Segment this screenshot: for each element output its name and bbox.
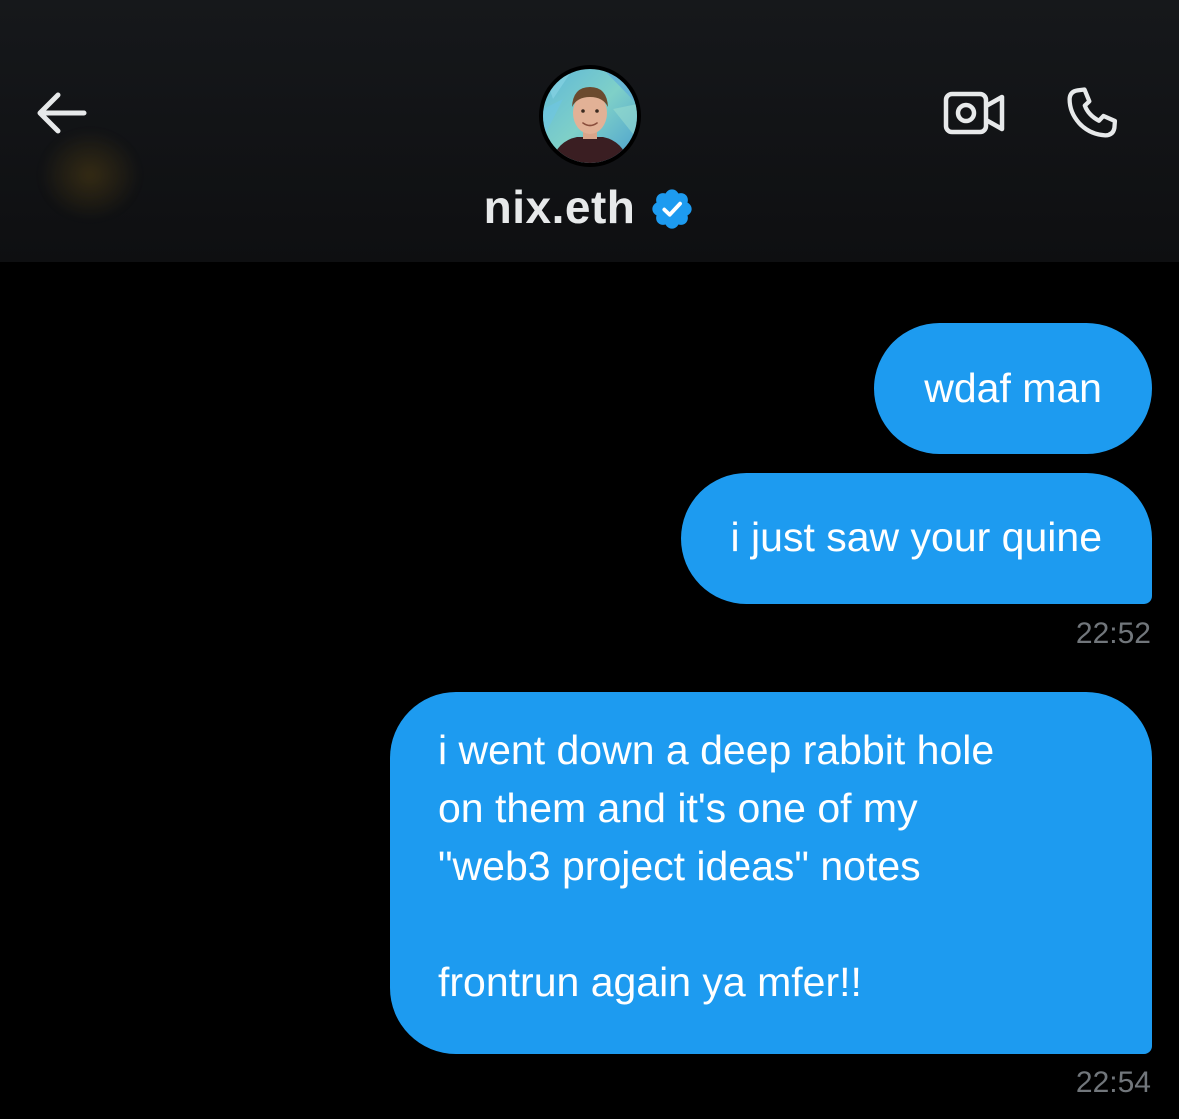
verified-badge-icon: [652, 189, 693, 229]
message-bubble-sent[interactable]: i went down a deep rabbit hole on them a…: [390, 692, 1152, 1054]
back-button[interactable]: [28, 80, 94, 146]
conversation-header: nix.eth: [0, 0, 1179, 262]
message-timestamp: 22:52: [1075, 617, 1151, 650]
message-bubble-sent[interactable]: i just saw your quine: [680, 473, 1152, 604]
arrow-left-icon: [37, 92, 87, 134]
contact-avatar[interactable]: [539, 65, 641, 167]
avatar-image: [543, 69, 637, 163]
voice-call-button[interactable]: [1056, 78, 1128, 148]
video-camera-icon: [943, 91, 1005, 135]
message-timestamp: 22:54: [1075, 1066, 1151, 1099]
video-call-button[interactable]: [940, 80, 1010, 146]
contact-name-row[interactable]: nix.eth: [0, 180, 1179, 234]
contact-name: nix.eth: [483, 181, 636, 233]
message-bubble-sent[interactable]: wdaf man: [874, 323, 1152, 454]
phone-icon: [1067, 87, 1118, 138]
message-text: i went down a deep rabbit hole on them a…: [438, 727, 995, 1005]
message-text: wdaf man: [924, 365, 1102, 411]
message-text: i just saw your quine: [730, 514, 1102, 560]
